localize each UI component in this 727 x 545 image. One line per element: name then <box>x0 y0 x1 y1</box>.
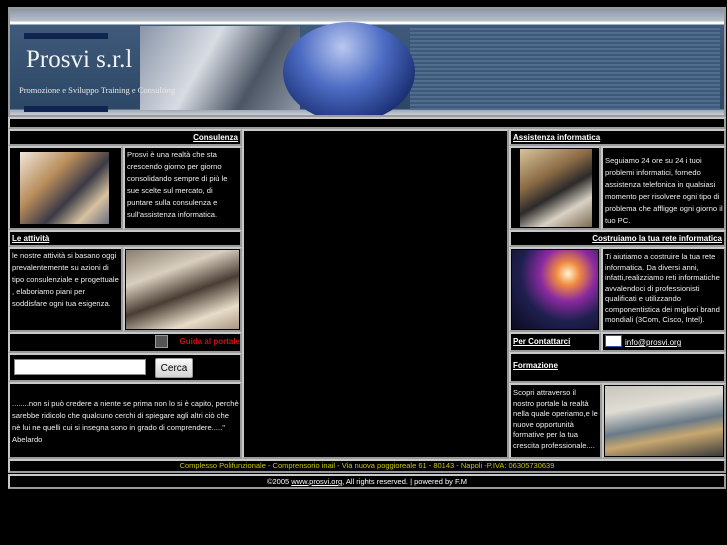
assistenza-text: Seguiamo 24 ore su 24 i tuoi problemi in… <box>605 156 723 225</box>
contatti-cell: Per Contattarci <box>509 332 601 352</box>
globe-image <box>283 22 415 115</box>
formazione-text-cell: Scopri attraverso il nostro portale la r… <box>509 383 602 459</box>
formazione-link[interactable]: Formazione <box>513 361 558 370</box>
header-banner: Prosvi s.r.l Promozione e Sviluppo Train… <box>8 7 726 117</box>
banner-photo <box>140 26 300 110</box>
guide-row: Guida al portale <box>8 332 242 353</box>
nav-bar <box>8 117 726 129</box>
assistenza-link[interactable]: Assistenza informatica <box>513 133 600 142</box>
attivita-image-cell <box>123 247 242 332</box>
mail-icon[interactable] <box>605 335 622 347</box>
search-row: Cerca <box>8 353 242 382</box>
site-subtitle: Promozione e Sviluppo Training e Consult… <box>19 85 176 95</box>
email-cell: info@prosvi.org <box>601 332 726 352</box>
quote-text: ........non si può credere a niente se p… <box>12 399 239 432</box>
rete-text-cell: Ti aiutiamo a costruire la tua rete info… <box>601 247 726 332</box>
quote-author: Abelardo <box>12 435 43 444</box>
copyright-prefix: ©2005 <box>266 477 290 486</box>
assistenza-text-cell: Seguiamo 24 ore su 24 i tuoi problemi in… <box>601 146 726 230</box>
consulenza-link[interactable]: Consulenza <box>193 133 238 142</box>
rete-header: Costruiamo la tua rete informatica <box>509 230 726 247</box>
rete-link[interactable]: Costruiamo la tua rete informatica <box>592 234 722 243</box>
rete-text: Ti aiutiamo a costruire la tua rete info… <box>605 252 720 324</box>
copyright-bar: ©2005 www.prosvi.org, All rights reserve… <box>8 474 726 489</box>
banner-bar <box>24 106 108 112</box>
network-image <box>512 250 598 329</box>
address-bar: Complesso Polifunzionale - Comprensorio … <box>8 459 726 473</box>
consulenza-image-cell <box>8 146 123 230</box>
banner-bar <box>24 33 108 39</box>
formazione-header: Formazione <box>509 352 726 383</box>
site-link[interactable]: www.prosvi.org <box>291 477 342 486</box>
rete-image-cell <box>509 247 601 332</box>
guide-icon[interactable] <box>155 335 168 348</box>
quote: ........non si può credere a niente se p… <box>12 398 239 446</box>
consulenza-text-cell: Prosvi è una realtà che sta crescendo gi… <box>123 146 242 230</box>
consulenza-header: Consulenza <box>8 129 242 146</box>
banner-stripes <box>410 26 720 110</box>
attivita-link[interactable]: Le attività <box>12 234 49 243</box>
site-title: Prosvi s.r.l <box>26 46 133 73</box>
meeting-image <box>126 250 239 329</box>
formazione-text: Scopri attraverso il nostro portale la r… <box>513 388 598 450</box>
classroom-image <box>605 386 723 456</box>
consulenza-text: Prosvi è una realtà che sta crescendo gi… <box>127 150 228 219</box>
quote-cell: ........non si può credere a niente se p… <box>8 382 242 459</box>
attivita-text-cell: le nostre attività si basano oggi preval… <box>8 247 123 332</box>
consulenza-image <box>20 152 109 224</box>
center-content <box>242 129 509 459</box>
attivita-header: Le attività <box>8 230 242 247</box>
assistenza-header: Assistenza informatica <box>509 129 726 146</box>
contatti-link[interactable]: Per Contattarci <box>513 337 570 346</box>
search-input[interactable] <box>14 359 146 375</box>
email-link[interactable]: info@prosvi.org <box>625 338 681 347</box>
search-button[interactable]: Cerca <box>155 358 193 378</box>
assistenza-image-cell <box>509 146 601 230</box>
copyright-suffix: , All rights reserved. | powered by F.M <box>342 477 468 486</box>
formazione-image-cell <box>602 383 726 459</box>
guide-link[interactable]: Guida al portale <box>180 337 240 346</box>
attivita-text: le nostre attività si basano oggi preval… <box>12 251 119 308</box>
assistenza-image <box>520 149 592 227</box>
